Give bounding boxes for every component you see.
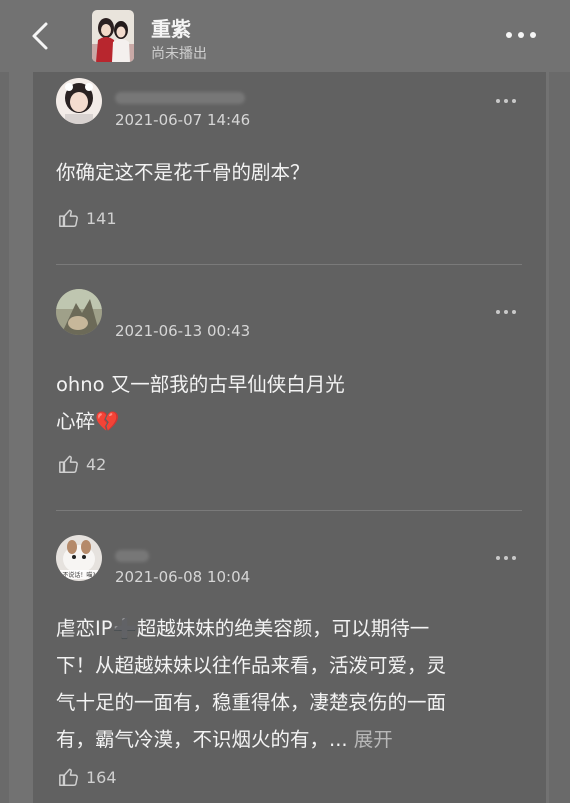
avatar-caption: 不说话！喵? (62, 571, 95, 579)
user-avatar[interactable] (56, 78, 102, 124)
comment-text-last: 有，霸气冷漠，不识烟火的有，... (56, 728, 354, 751)
like-count: 42 (86, 454, 107, 474)
user-avatar[interactable]: 不说话！喵? (56, 535, 102, 581)
drama-title: 重紫 (151, 17, 191, 41)
top-bar: 重紫 尚未播出 (0, 0, 570, 72)
comment-item: 2021-06-13 00:43 ohno 又一部我的古早仙侠白月光 心碎💔 4… (33, 265, 546, 510)
like-count: 141 (86, 208, 117, 228)
header-more-dots-icon[interactable] (503, 28, 539, 42)
comment-more-dots-icon[interactable] (494, 554, 518, 562)
comment-text-line: 心碎💔 (56, 410, 120, 433)
username-blurred (115, 550, 149, 562)
right-margin (549, 0, 570, 803)
comment-date: 2021-06-13 00:43 (115, 322, 251, 340)
like-button[interactable]: 42 (58, 452, 106, 476)
thumbs-up-icon (59, 768, 78, 786)
comment-text-line: 虐恋IP➕超越妹妹的绝美容颜，可以期待一 (56, 617, 430, 640)
back-chevron-left-icon[interactable] (26, 18, 58, 54)
comment-text-line: 气十足的一面有，稳重得体，凄楚哀伤的一面 (56, 691, 447, 714)
like-button[interactable]: 141 (58, 206, 117, 230)
drama-poster-thumbnail[interactable] (92, 10, 134, 62)
comment-text-line: 下！从超越妹妹以往作品来看，活泼可爱，灵 (56, 654, 447, 677)
like-button[interactable]: 164 (58, 765, 117, 789)
comment-text-line: 有，霸气冷漠，不识烟火的有，... 展开 (56, 721, 526, 758)
comment-text: ohno 又一部我的古早仙侠白月光 心碎💔 (56, 366, 526, 440)
comment-item: 2021-06-07 14:46 你确定这不是花千骨的剧本？ 141 (33, 72, 546, 264)
thumbs-up-icon (59, 209, 78, 227)
comment-text-line: ohno 又一部我的古早仙侠白月光 (56, 373, 345, 396)
like-count: 164 (86, 767, 117, 787)
comment-date: 2021-06-07 14:46 (115, 111, 251, 129)
comment-item: 不说话！喵? 2021-06-08 10:04 虐恋IP➕超越妹妹的绝美容颜，可… (33, 511, 546, 803)
comment-more-dots-icon[interactable] (494, 97, 518, 105)
user-avatar[interactable] (56, 289, 102, 335)
comment-text: 虐恋IP➕超越妹妹的绝美容颜，可以期待一 下！从超越妹妹以往作品来看，活泼可爱，… (56, 610, 526, 758)
left-margin (0, 0, 9, 803)
thumbs-up-icon (59, 455, 78, 473)
username-blurred (115, 92, 245, 104)
drama-status: 尚未播出 (151, 46, 207, 62)
expand-link[interactable]: 展开 (354, 728, 393, 751)
comment-date: 2021-06-08 10:04 (115, 568, 251, 586)
comment-text-line: 你确定这不是花千骨的剧本？ (56, 161, 310, 184)
comment-more-dots-icon[interactable] (494, 308, 518, 316)
comment-text: 你确定这不是花千骨的剧本？ (56, 154, 526, 191)
